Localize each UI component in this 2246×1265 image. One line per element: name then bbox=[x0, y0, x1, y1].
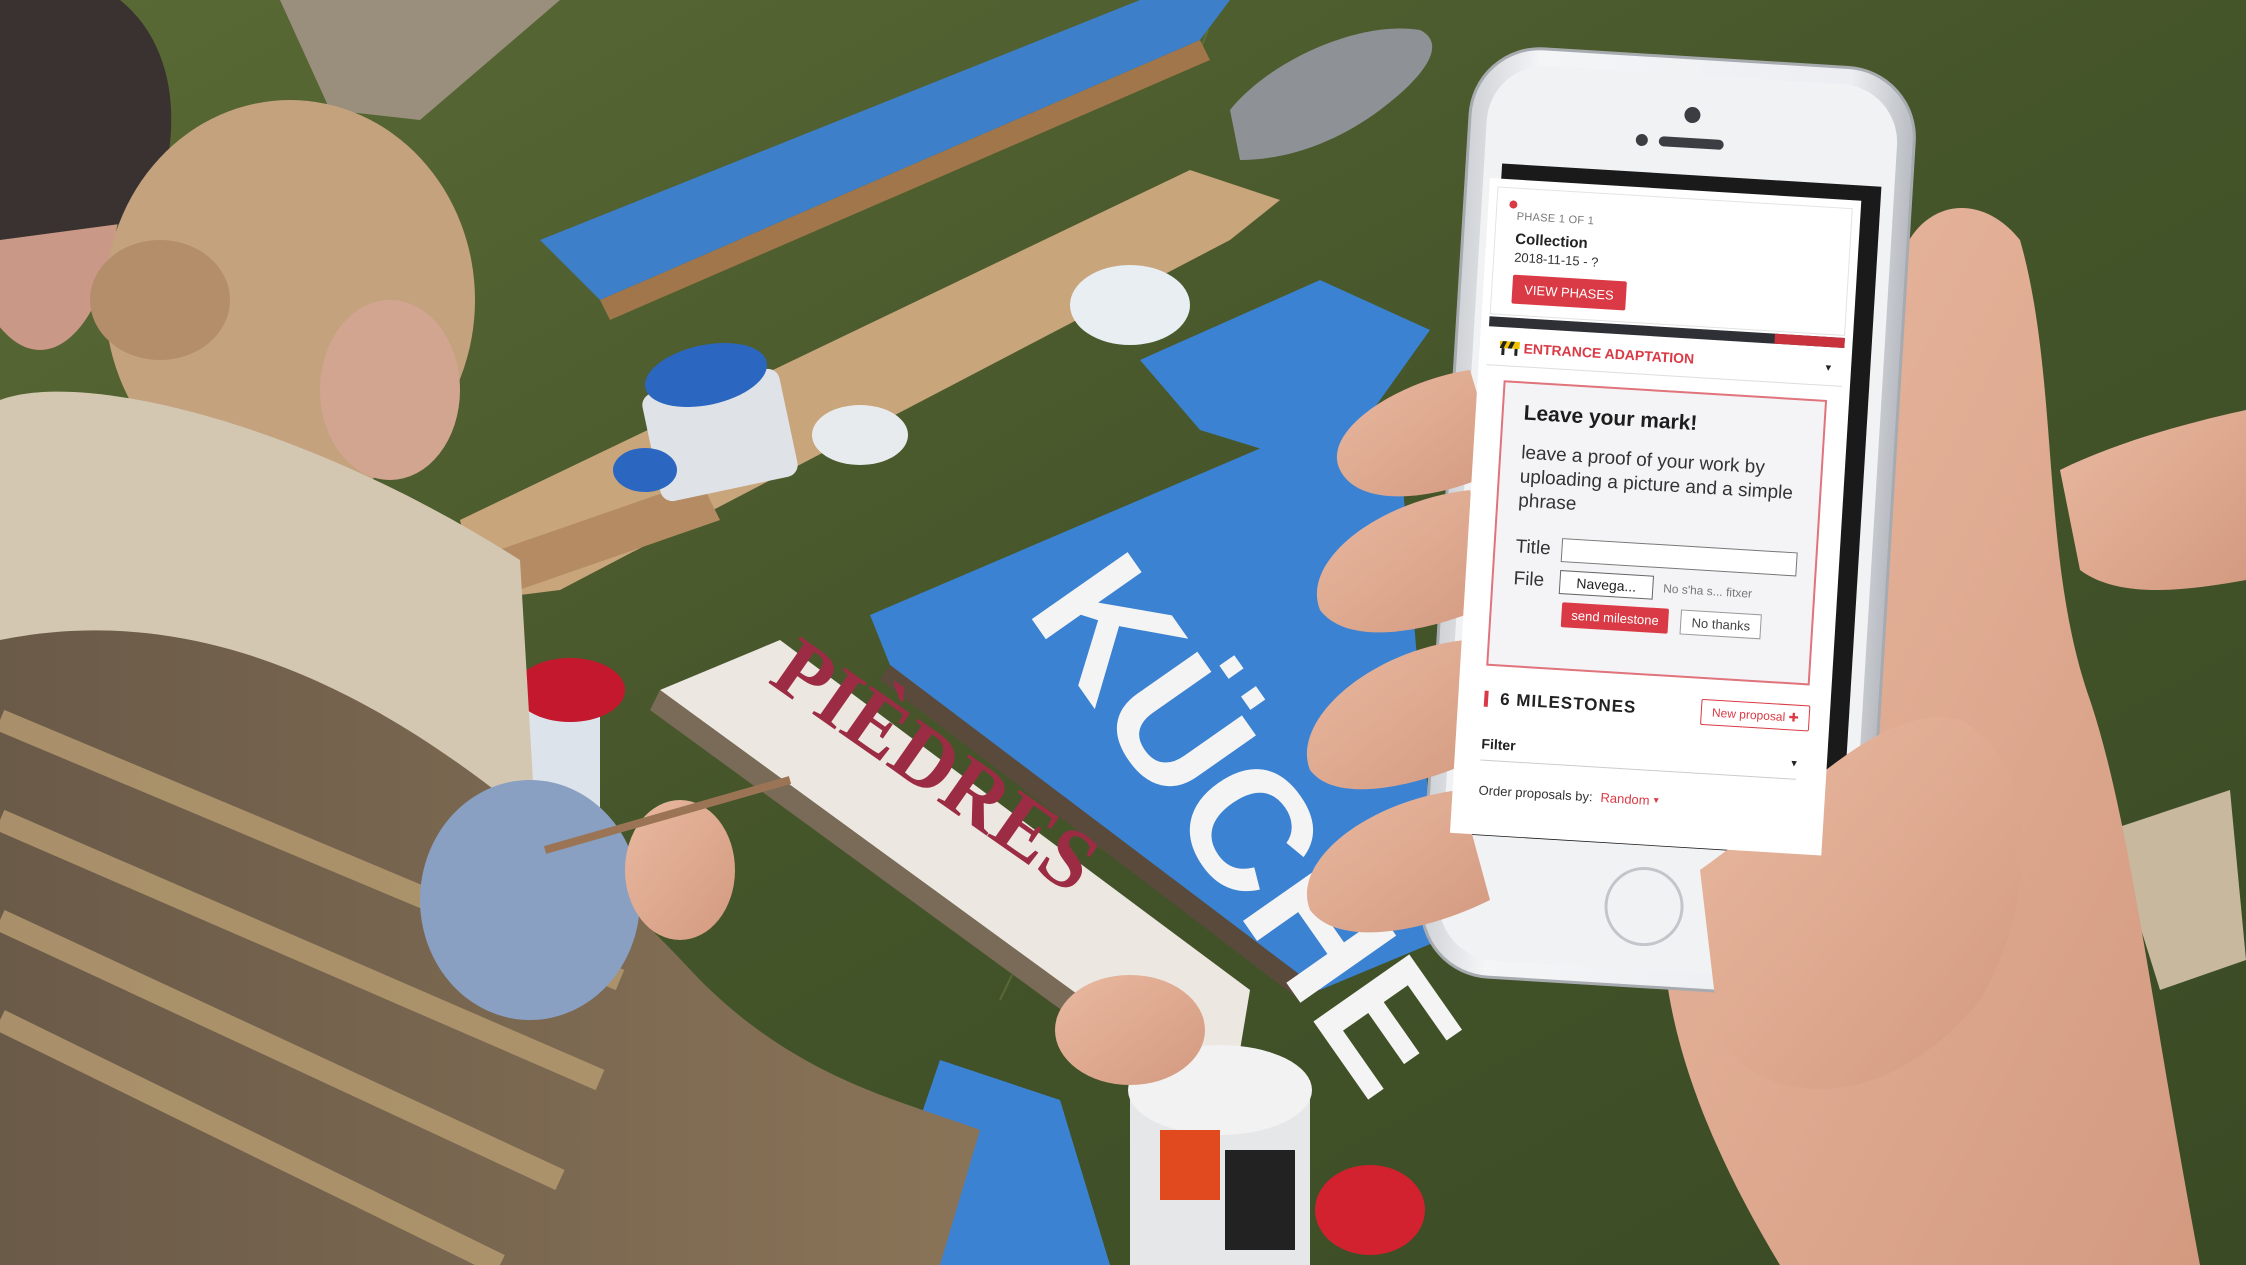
milestones-header: 6 MILESTONES New proposal ✚ bbox=[1483, 686, 1811, 732]
file-browse-button[interactable]: Navega... bbox=[1558, 570, 1654, 600]
filter-label: Filter bbox=[1480, 735, 1517, 754]
chevron-down-icon[interactable]: ▾ bbox=[1791, 756, 1797, 769]
chevron-down-icon[interactable]: ▾ bbox=[1825, 360, 1831, 373]
phone-screen: PHASE 1 OF 1 Collection 2018-11-15 - ? V… bbox=[1449, 178, 1862, 856]
order-select[interactable]: Random bbox=[1600, 790, 1650, 808]
paint-lid bbox=[613, 448, 677, 492]
order-row: Order proposals by: Random ▾ bbox=[1478, 782, 1804, 817]
paint-lid bbox=[812, 405, 908, 465]
chevron-down-icon[interactable]: ▾ bbox=[1653, 795, 1659, 806]
title-input[interactable] bbox=[1560, 538, 1798, 577]
view-phases-button[interactable]: VIEW PHASES bbox=[1511, 274, 1627, 311]
file-status: No s'ha s... fitxer bbox=[1662, 581, 1753, 601]
title-label: Title bbox=[1514, 536, 1552, 560]
no-thanks-button[interactable]: No thanks bbox=[1679, 609, 1762, 640]
milestones-marker bbox=[1483, 690, 1489, 707]
card-title: Leave your mark! bbox=[1523, 401, 1699, 436]
phase-panel: PHASE 1 OF 1 Collection 2018-11-15 - ? V… bbox=[1489, 186, 1853, 336]
project-title: ENTRANCE ADAPTATION bbox=[1523, 340, 1695, 367]
new-proposal-button[interactable]: New proposal ✚ bbox=[1700, 698, 1811, 732]
file-label: File bbox=[1512, 568, 1545, 592]
paint-lid-red bbox=[1315, 1165, 1425, 1255]
card-description: leave a proof of your work by uploading … bbox=[1517, 442, 1794, 515]
construction-icon bbox=[1499, 340, 1521, 356]
send-milestone-button[interactable]: send milestone bbox=[1560, 602, 1670, 634]
order-label: Order proposals by: bbox=[1478, 782, 1594, 805]
milestones-count: 6 MILESTONES bbox=[1499, 689, 1637, 717]
phase-indicator-dot bbox=[1509, 200, 1518, 209]
tissue bbox=[1070, 265, 1190, 345]
background-photo: KÜCHE PIÈDRES bbox=[0, 0, 2246, 1265]
milestone-form-card: Leave your mark! leave a proof of your w… bbox=[1486, 380, 1828, 686]
filter-dropdown[interactable]: Filter ▾ bbox=[1480, 735, 1798, 780]
